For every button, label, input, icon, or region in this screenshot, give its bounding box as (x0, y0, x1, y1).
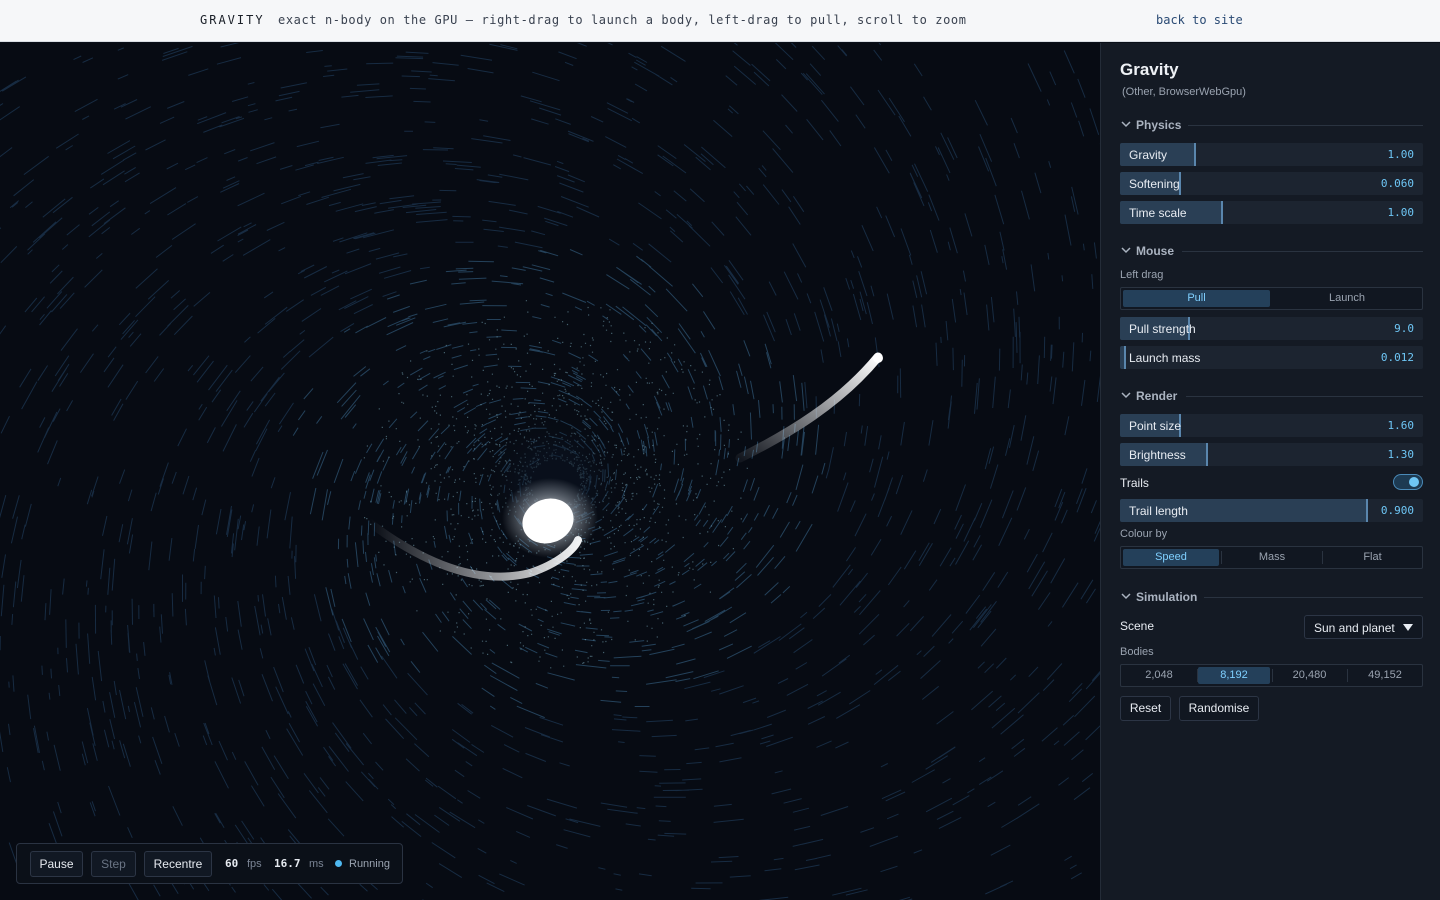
section-label: Simulation (1136, 590, 1198, 604)
bodies-segmented: 2,048 8,192 20,480 49,152 (1120, 664, 1423, 687)
section-divider (1186, 396, 1423, 397)
toggle-knob (1409, 477, 1419, 487)
top-bar: GRAVITY exact n-body on the GPU — right-… (0, 0, 1440, 42)
left-drag-option-pull[interactable]: Pull (1123, 290, 1270, 307)
reset-button[interactable]: Reset (1120, 696, 1171, 721)
point-size-slider[interactable]: Point size 1.60 (1120, 414, 1423, 437)
randomise-button[interactable]: Randomise (1179, 696, 1259, 721)
slider-label: Trail length (1129, 504, 1188, 518)
trail-length-slider[interactable]: Trail length 0.900 (1120, 499, 1423, 522)
pause-button[interactable]: Pause (30, 851, 83, 877)
slider-label: Point size (1129, 419, 1182, 433)
section-divider (1204, 597, 1423, 598)
time-scale-slider[interactable]: Time scale 1.00 (1120, 201, 1423, 224)
bodies-option-8192[interactable]: 8,192 (1198, 667, 1270, 684)
chevron-down-icon (1121, 593, 1131, 600)
colour-by-label: Colour by (1120, 528, 1168, 540)
slider-value: 9.0 (1394, 322, 1414, 335)
section-mouse-header[interactable]: Mouse (1120, 244, 1423, 260)
pull-strength-slider[interactable]: Pull strength 9.0 (1120, 317, 1423, 340)
slider-label: Time scale (1129, 206, 1187, 220)
slider-value: 1.30 (1387, 448, 1415, 461)
slider-value: 0.012 (1380, 351, 1414, 364)
section-divider (1182, 251, 1423, 252)
slider-label: Softening (1129, 177, 1180, 191)
app-brand: GRAVITY (200, 13, 265, 27)
section-label: Physics (1136, 118, 1182, 132)
chevron-down-icon (1121, 247, 1131, 254)
app-description: exact n-body on the GPU — right-drag to … (278, 13, 967, 27)
step-button[interactable]: Step (91, 851, 136, 877)
recentre-button[interactable]: Recentre (144, 851, 212, 877)
slider-label: Pull strength (1129, 322, 1196, 336)
slider-label: Brightness (1129, 448, 1186, 462)
trails-toggle[interactable] (1393, 474, 1423, 490)
chevron-down-icon (1121, 121, 1131, 128)
caret-down-icon (1403, 624, 1413, 631)
simulation-controls: Pause Step Recentre 60 fps 16.7 ms Runni… (16, 843, 403, 884)
frame-time-unit: ms (309, 858, 324, 870)
fps-unit: fps (247, 858, 262, 870)
status-indicator-icon (335, 860, 342, 867)
left-drag-option-launch[interactable]: Launch (1272, 290, 1422, 307)
colour-by-option-mass[interactable]: Mass (1222, 549, 1322, 566)
bodies-option-49152[interactable]: 49,152 (1348, 667, 1422, 684)
slider-value: 0.060 (1380, 177, 1414, 190)
section-physics-header[interactable]: Physics (1120, 118, 1423, 134)
section-simulation-header[interactable]: Simulation (1120, 590, 1423, 606)
section-render-header[interactable]: Render (1120, 389, 1423, 405)
scene-select[interactable]: Sun and planet (1304, 615, 1423, 639)
colour-by-option-flat[interactable]: Flat (1323, 549, 1422, 566)
launch-mass-slider[interactable]: Launch mass 0.012 (1120, 346, 1423, 369)
section-label: Render (1136, 389, 1178, 403)
colour-by-segmented: Speed Mass Flat (1120, 546, 1423, 569)
slider-label: Gravity (1129, 148, 1168, 162)
bodies-option-2048[interactable]: 2,048 (1123, 667, 1195, 684)
slider-label: Launch mass (1129, 351, 1201, 365)
scene-select-value: Sun and planet (1314, 621, 1395, 635)
scene-label: Scene (1120, 619, 1155, 633)
planet-trail (735, 352, 883, 463)
slider-value: 1.00 (1387, 206, 1415, 219)
gravity-slider[interactable]: Gravity 1.00 (1120, 143, 1423, 166)
slider-value: 1.60 (1387, 419, 1415, 432)
chevron-down-icon (1121, 392, 1131, 399)
settings-panel: Gravity (Other, BrowserWebGpu) Physics G… (1100, 43, 1440, 900)
status-text: Running (349, 858, 390, 870)
bodies-label: Bodies (1120, 646, 1154, 658)
simulation-canvas[interactable] (0, 43, 1100, 900)
planet-body (873, 353, 883, 363)
left-drag-label: Left drag (1120, 269, 1164, 281)
slider-value: 1.00 (1387, 148, 1415, 161)
brightness-slider[interactable]: Brightness 1.30 (1120, 443, 1423, 466)
section-divider (1188, 125, 1423, 126)
particle-field (0, 43, 1100, 900)
slider-value: 0.900 (1380, 504, 1414, 517)
bodies-option-20480[interactable]: 20,480 (1273, 667, 1346, 684)
slider-fill (1120, 346, 1127, 369)
panel-subtitle: (Other, BrowserWebGpu) (1122, 86, 1246, 98)
back-to-site-link[interactable]: back to site (1156, 13, 1243, 27)
softening-slider[interactable]: Softening 0.060 (1120, 172, 1423, 195)
panel-title: Gravity (1120, 60, 1179, 79)
colour-by-option-speed[interactable]: Speed (1123, 549, 1219, 566)
trails-label: Trails (1120, 476, 1149, 490)
frame-time-value: 16.7 (274, 857, 301, 870)
section-label: Mouse (1136, 244, 1175, 258)
left-drag-segmented: Pull Launch (1120, 287, 1423, 310)
fps-value: 60 (225, 857, 239, 870)
